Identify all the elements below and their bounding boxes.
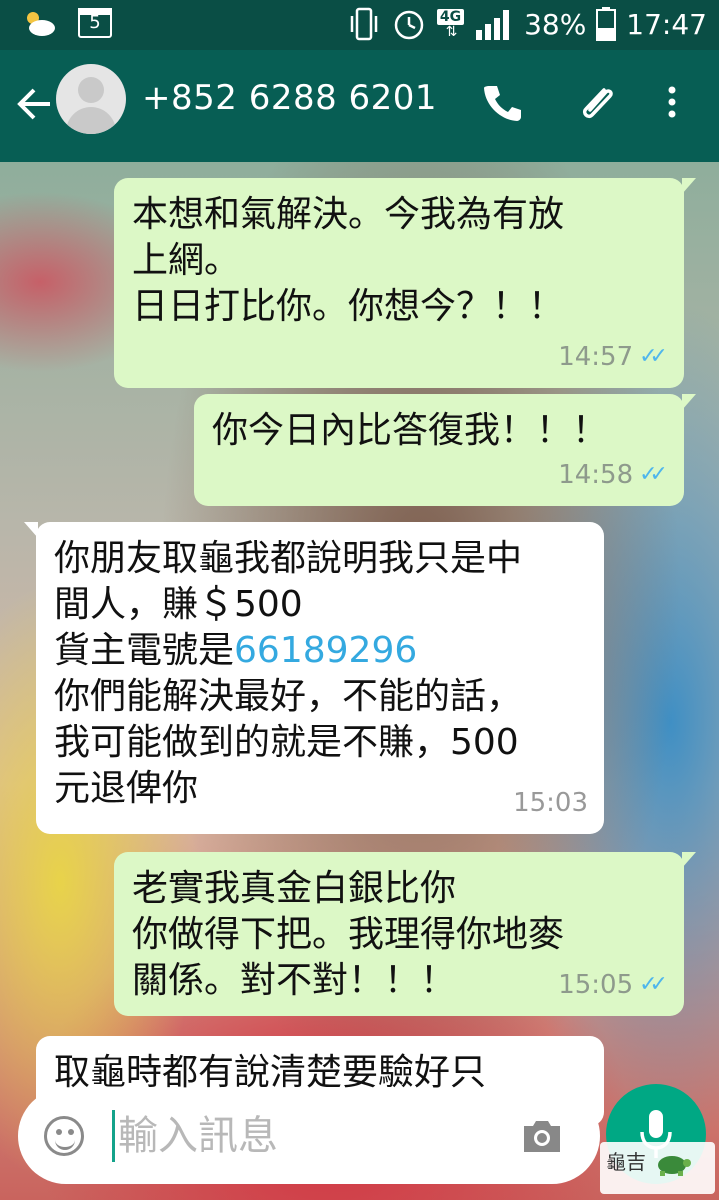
weather-icon	[27, 12, 55, 36]
network-indicator: 4G ⇅	[436, 9, 465, 40]
message-bubble-incoming[interactable]: 你朋友取龜我都說明我只是中 間人，賺＄500 貨主電號是66189296 你們能…	[24, 522, 604, 834]
phone-number-link[interactable]: 66189296	[234, 630, 417, 671]
watermark-logo: 龜吉	[600, 1142, 715, 1194]
network-type: 4G	[436, 9, 465, 25]
message-text: 本想和氣解決。今我為有放 上網。 日日打比你。你想今？！！	[132, 194, 565, 327]
message-bubble-outgoing[interactable]: 老實我真金白銀比你 你做得下把。我理得你地麥 關係。對不對！！！ 15:05 ✓…	[114, 852, 696, 1016]
message-composer	[18, 1088, 600, 1184]
more-vert-icon[interactable]	[650, 80, 694, 124]
camera-icon[interactable]	[520, 1118, 564, 1154]
message-meta: 14:57 ✓✓	[558, 334, 668, 380]
text-cursor	[112, 1110, 115, 1162]
calendar-icon: 5	[78, 8, 112, 38]
message-input[interactable]	[118, 1106, 498, 1166]
alarm-icon	[394, 10, 424, 40]
vibrate-icon	[350, 7, 378, 41]
message-time: 15:05	[558, 970, 634, 1000]
message-text: 你朋友取龜我都說明我只是中 間人，賺＄500 貨主電號是66189296 你們能…	[54, 538, 523, 809]
data-arrows-icon: ⇅	[445, 24, 458, 40]
message-bubble-outgoing[interactable]: 本想和氣解決。今我為有放 上網。 日日打比你。你想今？！！ 14:57 ✓✓	[114, 178, 696, 388]
clock: 17:47	[626, 7, 707, 41]
message-bubble-outgoing[interactable]: 你今日內比答復我！！！ 14:58 ✓✓	[194, 394, 696, 506]
battery-icon	[596, 7, 617, 41]
signal-icon	[476, 10, 510, 40]
read-ticks-icon: ✓✓	[639, 972, 668, 997]
avatar[interactable]	[56, 64, 126, 134]
back-arrow-icon[interactable]	[14, 84, 54, 124]
message-meta: 14:58 ✓✓	[558, 452, 668, 498]
emoji-icon[interactable]	[44, 1116, 84, 1156]
message-meta: 15:05 ✓✓	[558, 962, 668, 1008]
message-time: 14:58	[558, 460, 634, 490]
battery-percent: 38%	[524, 7, 587, 41]
message-text: 你今日內比答復我！！！	[212, 410, 609, 451]
watermark-text: 龜吉	[606, 1150, 646, 1174]
chat-header: +852 6288 6201	[0, 50, 719, 162]
status-bar: 5 4G ⇅ 38% 17:47	[0, 0, 719, 50]
attach-icon[interactable]	[576, 80, 620, 124]
message-time: 14:57	[558, 342, 634, 372]
contact-name[interactable]: +852 6288 6201	[142, 78, 437, 118]
message-time: 15:03	[513, 788, 588, 818]
message-meta: 15:03	[513, 780, 588, 826]
read-ticks-icon: ✓✓	[639, 462, 668, 487]
phone-icon[interactable]	[480, 80, 524, 124]
read-ticks-icon: ✓✓	[639, 344, 668, 369]
turtle-icon	[658, 1155, 692, 1176]
